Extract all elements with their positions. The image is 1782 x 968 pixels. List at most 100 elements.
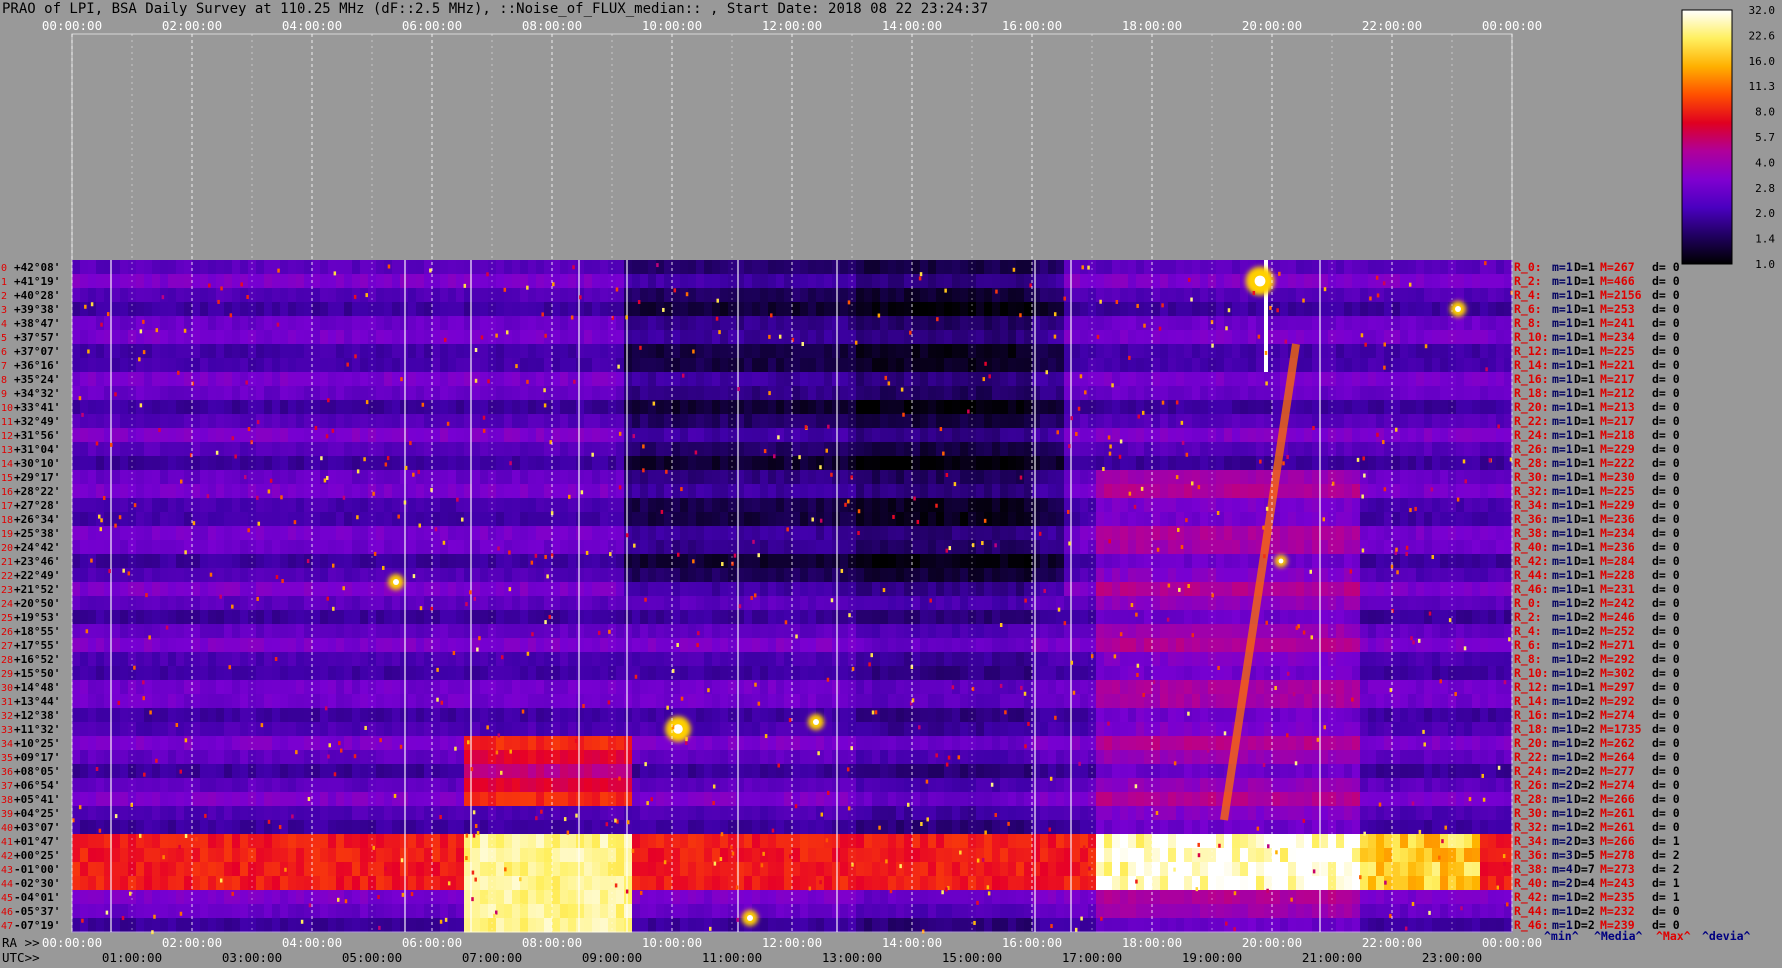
heatmap-cell: [416, 260, 425, 275]
heatmap-cell: [296, 442, 305, 457]
heatmap-cell: [376, 260, 385, 275]
heatmap-cell: [880, 344, 889, 359]
heatmap-cell: [656, 288, 665, 303]
heatmap-cell: [1368, 274, 1377, 289]
heatmap-cell: [1352, 414, 1361, 429]
heatmap-cell: [688, 400, 697, 415]
heatmap-cell: [1272, 596, 1281, 611]
heatmap-cell: [384, 610, 393, 625]
heatmap-cell: [1496, 344, 1505, 359]
heatmap-cell: [1424, 470, 1433, 485]
heatmap-cell: [616, 372, 625, 387]
heatmap-cell: [432, 442, 441, 457]
heatmap-cell: [304, 624, 313, 639]
heatmap-cell: [952, 414, 961, 429]
heatmap-cell: [536, 330, 545, 345]
heatmap-cell: [1368, 484, 1377, 499]
heatmap-cell: [408, 400, 417, 415]
heatmap-cell: [1304, 414, 1313, 429]
heatmap-cell: [168, 428, 177, 443]
heatmap-cell: [1120, 358, 1129, 373]
heatmap-cell: [1280, 484, 1289, 499]
heatmap-cell: [1496, 582, 1505, 597]
heatmap-cell: [920, 610, 929, 625]
heatmap-cell: [320, 288, 329, 303]
heatmap-cell: [1288, 470, 1297, 485]
heatmap-cell: [1192, 554, 1201, 569]
heatmap-cell: [1176, 498, 1185, 513]
heatmap-cell: [288, 596, 297, 611]
heatmap-cell: [1384, 442, 1393, 457]
heatmap-cell: [1248, 344, 1257, 359]
heatmap-cell: [392, 638, 401, 653]
heatmap-cell: [1264, 582, 1273, 597]
heatmap-cell: [1008, 456, 1017, 471]
heatmap-cell: [216, 414, 225, 429]
heatmap-cell: [1128, 526, 1137, 541]
heatmap-cell: [352, 316, 361, 331]
heatmap-cell: [408, 596, 417, 611]
heatmap-cell: [1032, 330, 1041, 345]
heatmap-cell: [840, 358, 849, 373]
heatmap-cell: [1080, 610, 1089, 625]
heatmap-cell: [1344, 442, 1353, 457]
heatmap-cell: [664, 540, 673, 555]
heatmap-cell: [872, 288, 881, 303]
heatmap-cell: [952, 596, 961, 611]
heatmap-cell: [1336, 442, 1345, 457]
heatmap-cell: [1344, 274, 1353, 289]
heatmap-cell: [672, 442, 681, 457]
heatmap-cell: [280, 512, 289, 527]
heatmap-cell: [744, 344, 753, 359]
heatmap-cell: [792, 596, 801, 611]
heatmap-cell: [1360, 596, 1369, 611]
heatmap-cell: [256, 344, 265, 359]
heatmap-cell: [840, 344, 849, 359]
heatmap-cell: [536, 344, 545, 359]
heatmap-cell: [568, 372, 577, 387]
heatmap-cell: [296, 512, 305, 527]
heatmap-cell: [472, 554, 481, 569]
heatmap-cell: [648, 302, 657, 317]
heatmap-cell: [496, 358, 505, 373]
heatmap-cell: [744, 526, 753, 541]
heatmap-cell: [880, 624, 889, 639]
heatmap-cell: [440, 344, 449, 359]
heatmap-cell: [520, 330, 529, 345]
heatmap-cell: [304, 344, 313, 359]
heatmap-cell: [1136, 372, 1145, 387]
heatmap-cell: [760, 274, 769, 289]
heatmap-cell: [1432, 330, 1441, 345]
heatmap-cell: [640, 568, 649, 583]
heatmap-cell: [1088, 330, 1097, 345]
heatmap-cell: [1128, 358, 1137, 373]
heatmap-cell: [184, 484, 193, 499]
heatmap-cell: [1464, 288, 1473, 303]
heatmap-cell: [1376, 512, 1385, 527]
heatmap-cell: [576, 638, 585, 653]
heatmap-cell: [856, 554, 865, 569]
heatmap-cell: [752, 624, 761, 639]
heatmap-cell: [896, 428, 905, 443]
heatmap-cell: [864, 274, 873, 289]
heatmap-cell: [80, 400, 89, 415]
heatmap-cell: [1200, 540, 1209, 555]
heatmap-cell: [456, 540, 465, 555]
heatmap-cell: [576, 372, 585, 387]
heatmap-cell: [728, 330, 737, 345]
heatmap-cell: [1112, 316, 1121, 331]
heatmap-cell: [952, 484, 961, 499]
heatmap-cell: [1256, 484, 1265, 499]
heatmap-cell: [1080, 498, 1089, 513]
heatmap-cell: [624, 302, 633, 317]
heatmap-cell: [800, 358, 809, 373]
heatmap-cell: [1144, 428, 1153, 443]
heatmap-cell: [456, 400, 465, 415]
heatmap-cell: [136, 540, 145, 555]
heatmap-cell: [624, 288, 633, 303]
heatmap-cell: [1112, 260, 1121, 275]
heatmap-cell: [848, 582, 857, 597]
heatmap-cell: [216, 358, 225, 373]
heatmap-cell: [1440, 470, 1449, 485]
heatmap-cell: [1144, 638, 1153, 653]
